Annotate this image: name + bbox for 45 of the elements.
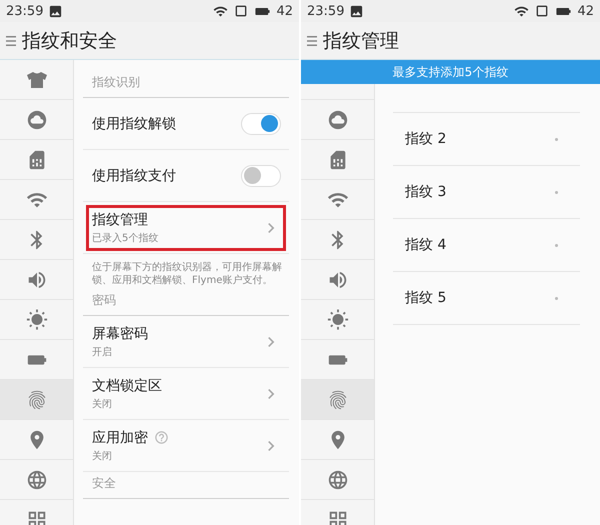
dot-icon xyxy=(555,296,558,300)
cloud-icon xyxy=(326,108,348,130)
battery-level: 42 xyxy=(577,4,594,18)
image-icon xyxy=(349,4,364,18)
fingerprint-name[interactable]: 指纹 4 xyxy=(405,236,446,254)
setting-value: 开启 xyxy=(92,346,113,358)
menu-icon[interactable] xyxy=(307,34,317,46)
setting-label: 使用指纹解锁 xyxy=(92,114,177,132)
shirt-icon xyxy=(26,72,46,88)
setting-value: 关闭 xyxy=(92,450,113,462)
sidebar-item-selected[interactable] xyxy=(0,380,73,420)
toggle-switch[interactable] xyxy=(241,164,281,186)
fingerprint-name[interactable]: 指纹 3 xyxy=(405,183,446,201)
section-header: 指纹识别 xyxy=(92,74,140,91)
battery-level: 42 xyxy=(276,4,293,18)
sun-icon xyxy=(26,308,48,330)
fingerprint-name[interactable]: 指纹 2 xyxy=(405,130,446,148)
dot-icon xyxy=(555,138,558,140)
highlighted-setting-row[interactable]: 指纹管理 已录入5个指纹 xyxy=(83,202,289,254)
screen-title: 指纹管理 xyxy=(323,28,399,54)
setting-label: 应用加密 xyxy=(92,428,148,446)
status-time: 23:59 xyxy=(6,4,44,18)
globe-icon xyxy=(26,468,48,490)
toggle-switch[interactable] xyxy=(241,112,281,134)
dot-icon xyxy=(555,244,558,246)
status-time: 23:59 xyxy=(307,4,344,18)
screen-title: 指纹和安全 xyxy=(22,28,117,54)
setting-label: 文档锁定区 xyxy=(92,376,162,394)
description-text: 位于屏幕下方的指纹识别器，可用作屏幕解锁、应用和文档解锁、Flyme账户支付。 xyxy=(91,260,283,288)
section-header: 安全 xyxy=(92,475,116,492)
section-header: 密码 xyxy=(92,292,116,309)
setting-label: 指纹管理 xyxy=(92,210,148,228)
image-icon xyxy=(48,4,64,18)
cloud-icon xyxy=(26,108,48,130)
setting-value: 已录入5个指纹 xyxy=(92,232,160,244)
fingerprint-name[interactable]: 指纹 5 xyxy=(405,289,446,307)
menu-icon[interactable] xyxy=(6,34,16,46)
info-banner: 最多支持添加5个指纹 xyxy=(301,60,600,84)
sun-icon xyxy=(326,308,348,330)
dot-icon xyxy=(555,190,558,194)
setting-value: 关闭 xyxy=(92,398,113,410)
setting-label: 屏幕密码 xyxy=(92,324,148,342)
sidebar-item-selected[interactable] xyxy=(301,380,374,420)
globe-icon xyxy=(326,468,348,490)
setting-label: 使用指纹支付 xyxy=(92,166,177,184)
